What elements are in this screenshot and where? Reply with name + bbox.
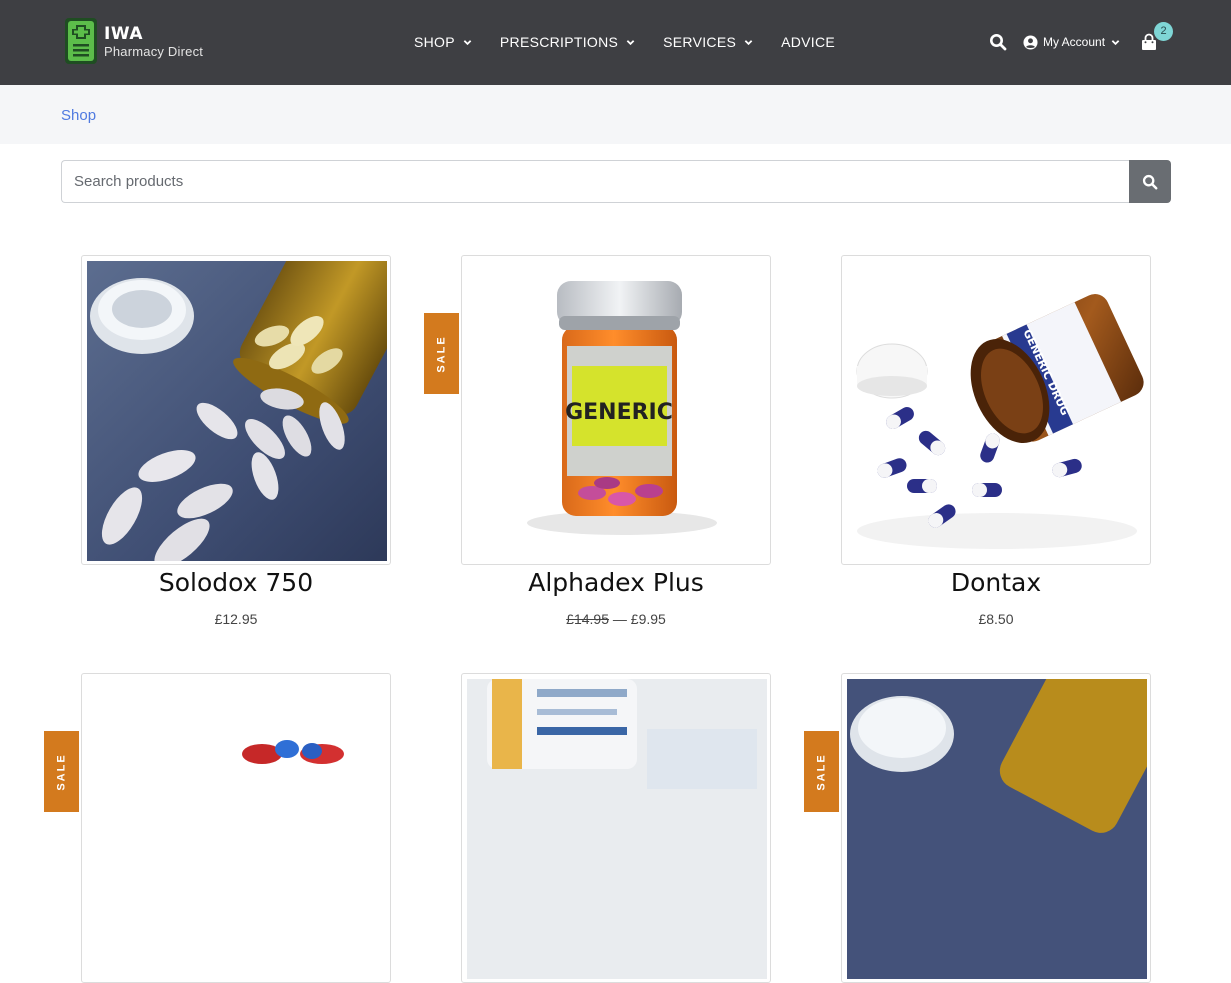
product-price: £12.95 — [81, 611, 391, 627]
brand-tagline: Pharmacy Direct — [104, 44, 204, 59]
product-image-link[interactable] — [841, 673, 1151, 983]
nav-services-label: SERVICES — [663, 34, 737, 50]
product-name[interactable]: Alphadex Plus — [461, 565, 771, 601]
brand-name: IWA — [104, 24, 143, 44]
product-image — [87, 261, 387, 561]
product-image: GENERIC — [467, 261, 767, 561]
nav-shop[interactable]: SHOP — [414, 34, 472, 50]
nav-prescriptions-label: PRESCRIPTIONS — [499, 34, 619, 50]
header-actions: My Account 2 — [989, 22, 1174, 51]
product-image — [847, 679, 1147, 979]
product-image: GENERIC DRUG — [847, 261, 1147, 561]
user-circle-icon — [1023, 34, 1038, 50]
nav-prescriptions[interactable]: PRESCRIPTIONS — [500, 34, 635, 50]
chevron-down-icon — [1111, 39, 1120, 45]
product-image — [467, 679, 767, 979]
sale-badge-label: SALE — [815, 752, 828, 791]
brand-logo[interactable]: IWA Pharmacy Direct — [64, 17, 203, 65]
chevron-down-icon — [626, 39, 635, 45]
product-image-link[interactable] — [461, 673, 771, 983]
bottle-label-text: GENERIC — [565, 400, 673, 425]
price-separator: — — [612, 611, 627, 627]
breadcrumb-shop-link[interactable]: Shop — [61, 107, 96, 124]
cart-button[interactable]: 2 — [1140, 22, 1174, 51]
chevron-down-icon — [744, 39, 753, 45]
sale-badge: SALE — [44, 731, 79, 812]
breadcrumb: Shop — [0, 85, 1231, 144]
site-header: IWA Pharmacy Direct SHOP PRESCRIPTIONS S… — [0, 0, 1231, 85]
pharmacy-logo-icon — [64, 17, 98, 65]
product-sale-price: £9.95 — [630, 611, 666, 627]
product-price-value: £12.95 — [214, 611, 258, 627]
sale-badge: SALE — [804, 731, 839, 812]
product-image-link[interactable] — [81, 673, 391, 983]
product-image — [87, 679, 387, 979]
sale-badge-label: SALE — [55, 752, 68, 791]
chevron-down-icon — [463, 39, 472, 45]
search-input[interactable] — [61, 160, 1129, 203]
cart-count-badge: 2 — [1154, 22, 1174, 41]
main-nav: SHOP PRESCRIPTIONS SERVICES ADVICE — [414, 34, 835, 50]
sale-badge: SALE — [424, 313, 459, 394]
search-submit-button[interactable] — [1129, 160, 1171, 203]
my-account-label: My Account — [1043, 35, 1106, 49]
product-regular-price: £14.95 — [566, 611, 609, 627]
nav-advice[interactable]: ADVICE — [781, 34, 835, 50]
product-price: £8.50 — [841, 611, 1151, 627]
search-icon — [1142, 174, 1158, 189]
product-price: £14.95 — £9.95 — [461, 611, 771, 627]
sale-badge-label: SALE — [435, 334, 448, 373]
nav-shop-label: SHOP — [414, 34, 455, 50]
search-icon[interactable] — [989, 33, 1007, 51]
product-image-link[interactable] — [81, 255, 391, 565]
product-image-link[interactable]: GENERIC DRUG — [841, 255, 1151, 565]
product-search — [61, 160, 1171, 203]
nav-advice-label: ADVICE — [781, 34, 836, 50]
product-name[interactable]: Solodox 750 — [81, 565, 391, 601]
nav-services[interactable]: SERVICES — [663, 34, 753, 50]
product-price-value: £8.50 — [978, 611, 1014, 627]
my-account-menu[interactable]: My Account — [1023, 34, 1120, 50]
product-image-link[interactable]: GENERIC — [461, 255, 771, 565]
product-name[interactable]: Dontax — [841, 565, 1151, 601]
